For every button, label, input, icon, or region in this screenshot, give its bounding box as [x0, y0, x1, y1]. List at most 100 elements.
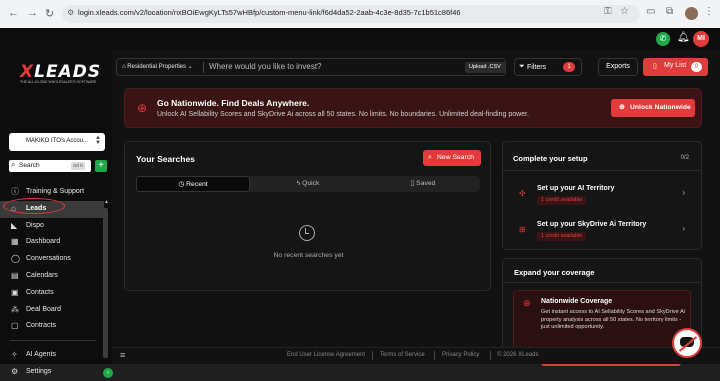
property-search-bar: ⌂ Residential Properties ⌄ Where would y…: [116, 58, 506, 76]
contacts-icon: ▣: [11, 287, 19, 297]
sidebar-scrollbar[interactable]: [103, 208, 108, 358]
sidebar-search[interactable]: ⌕ Search ctrl K: [9, 160, 91, 172]
sparkle-icon: ✧: [11, 350, 18, 359]
sidebar-item-dashboard[interactable]: ▦ Dashboard: [0, 234, 104, 251]
user-avatar[interactable]: MI: [693, 31, 709, 47]
footer-separator: [490, 351, 491, 360]
cast-icon[interactable]: ▭: [646, 6, 655, 17]
footer-separator: [372, 351, 373, 360]
account-switcher[interactable]: MAKIKO ITO's Accou... ▲ ▼: [9, 133, 105, 151]
bookmark-icon: ▯: [653, 63, 657, 70]
main-content: ⌂ Residential Properties ⌄ Where would y…: [112, 50, 720, 366]
search-tabs: ◷ Recent ϟ Quick ▯ Saved: [136, 176, 480, 192]
sidebar-item-dispo[interactable]: ◣ Dispo: [0, 218, 104, 235]
sidebar-item-calendars[interactable]: ▤ Calendars: [0, 268, 104, 285]
searchbar-divider: [203, 62, 204, 73]
globe-icon: ⊕: [619, 104, 625, 111]
card-divider: [503, 170, 701, 171]
tab-saved[interactable]: ▯ Saved: [366, 176, 480, 192]
card-title: Complete your setup: [513, 154, 588, 163]
tab-quick[interactable]: ϟ Quick: [251, 176, 365, 192]
setup-item-ai-territory[interactable]: ✣ Set up your AI Territory 1 credit avai…: [503, 180, 701, 214]
sidebar-item-contacts[interactable]: ▣ Contacts: [0, 285, 104, 302]
footer: ≡ End User License Agreement Terms of Se…: [112, 347, 720, 364]
coverage-description: Get instant access to AI Sellability Sco…: [541, 309, 685, 330]
app-topbar: ✆ 🔔︎ MI: [0, 28, 720, 50]
footer-link-eula[interactable]: End User License Agreement: [287, 352, 365, 358]
scroll-up-arrow[interactable]: ▲: [104, 199, 109, 205]
site-info-icon[interactable]: ⚙: [67, 8, 74, 17]
banner-title: Go Nationwide. Find Deals Anywhere.: [157, 98, 310, 108]
sidebar-item-settings[interactable]: ⚙ Settings: [0, 364, 104, 381]
empty-state-text: No recent searches yet: [273, 252, 344, 259]
unlock-nationwide-button[interactable]: ⊕ Unlock Nationwide: [611, 99, 695, 117]
exports-button[interactable]: Exports: [598, 58, 638, 76]
footer-separator: [434, 351, 435, 360]
reload-icon[interactable]: ↻: [45, 7, 54, 20]
footer-link-privacy[interactable]: Privacy Policy: [442, 352, 479, 358]
shortcut-badge: ctrl K: [71, 162, 86, 170]
chevron-right-icon: ›: [682, 188, 685, 197]
board-icon: ⁂: [11, 304, 19, 314]
browser-toolbar: ← → ↻ ⚙ login.xleads.com/v2/location/nxB…: [0, 0, 720, 28]
my-list-button[interactable]: ▯ My List 0: [643, 58, 708, 76]
setup-progress: 0/2: [680, 155, 689, 161]
annotation-circle: [3, 198, 65, 214]
search-icon: ⌕: [11, 160, 16, 169]
chat-icon: ◯: [11, 254, 20, 264]
banner-description: Unlock AI Sellability Scores and SkyDriv…: [157, 111, 529, 118]
chat-widget-button[interactable]: [672, 328, 702, 358]
tab-recent[interactable]: ◷ Recent: [136, 176, 250, 192]
menu-icon[interactable]: ≡: [120, 350, 125, 360]
bookmark-icon: ▯: [410, 180, 415, 187]
search-icon: ⌕: [428, 154, 432, 161]
expand-sidebar-icon[interactable]: ›: [103, 368, 113, 378]
extensions-icon[interactable]: ⧉: [666, 6, 673, 17]
browser-menu-icon[interactable]: ⋮: [704, 6, 714, 17]
sidebar-item-contracts[interactable]: ▢ Contracts: [0, 318, 104, 335]
bolt-icon: ϟ: [296, 180, 301, 187]
password-key-icon[interactable]: ⚿: [604, 6, 612, 17]
sidebar-item-training[interactable]: ⓘ Training & Support: [0, 184, 104, 201]
filter-icon: ⏷: [519, 63, 525, 70]
forward-icon[interactable]: →: [27, 7, 38, 19]
gear-icon: ⚙: [11, 366, 19, 376]
property-type-select[interactable]: ⌂ Residential Properties ⌄: [122, 63, 193, 70]
new-search-button[interactable]: ⌕ New Search: [423, 150, 481, 166]
territory-icon: ✣: [519, 189, 526, 198]
clock-icon: [299, 225, 315, 241]
location-search-input[interactable]: Where would you like to invest?: [209, 62, 322, 71]
map-icon: ⊞: [519, 225, 526, 234]
complete-setup-card: Complete your setup 0/2 ✣ Set up your AI…: [502, 141, 702, 250]
globe-icon: ⊕: [523, 298, 531, 308]
filters-count-badge: 1: [563, 62, 575, 72]
phone-icon[interactable]: ✆: [656, 32, 670, 46]
url-text: login.xleads.com/v2/location/nxBOiEwgKyL…: [78, 8, 461, 17]
filters-button[interactable]: ⏷ Filters 1: [514, 58, 582, 76]
coverage-title: Nationwide Coverage: [541, 298, 613, 305]
footer-copyright: © 2026 XLeads: [497, 352, 539, 358]
upload-csv-button[interactable]: Upload .CSV: [465, 62, 505, 73]
sidebar-item-conversations[interactable]: ◯ Conversations: [0, 251, 104, 268]
my-list-count-badge: 0: [691, 62, 702, 72]
xleads-logo[interactable]: XLEADS THE ALL-IN-ONE WHOLESALER'S SOFTW…: [20, 62, 100, 88]
card-title: Your Searches: [136, 154, 195, 164]
credit-badge: 1 credit available: [537, 232, 587, 241]
back-icon[interactable]: ←: [8, 7, 19, 19]
sidebar-item-ai-agents[interactable]: ✧ AI Agents: [0, 347, 104, 364]
clock-icon: ◷: [178, 181, 185, 188]
sidebar: XLEADS THE ALL-IN-ONE WHOLESALER'S SOFTW…: [0, 50, 113, 378]
browser-profile-avatar[interactable]: [685, 7, 698, 20]
grid-icon: ▦: [11, 237, 19, 247]
bookmark-star-icon[interactable]: ☆: [620, 6, 629, 17]
setup-item-skydrive-territory[interactable]: ⊞ Set up your SkyDrive Ai Territory 1 cr…: [503, 216, 701, 250]
bell-icon[interactable]: 🔔︎: [677, 32, 690, 43]
contract-icon: ▢: [11, 321, 19, 331]
your-searches-card: Your Searches ⌕ New Search ◷ Recent ϟ Qui…: [124, 141, 491, 291]
card-title: Expand your coverage: [514, 268, 595, 277]
footer-link-terms[interactable]: Terms of Service: [380, 352, 425, 358]
address-bar[interactable]: ⚙ login.xleads.com/v2/location/nxBOiEwgK…: [62, 5, 640, 23]
sidebar-item-deal-board[interactable]: ⁂ Deal Board: [0, 302, 104, 319]
quick-add-button[interactable]: +: [95, 160, 107, 172]
chevron-updown-icon: ▲ ▼: [95, 135, 101, 146]
